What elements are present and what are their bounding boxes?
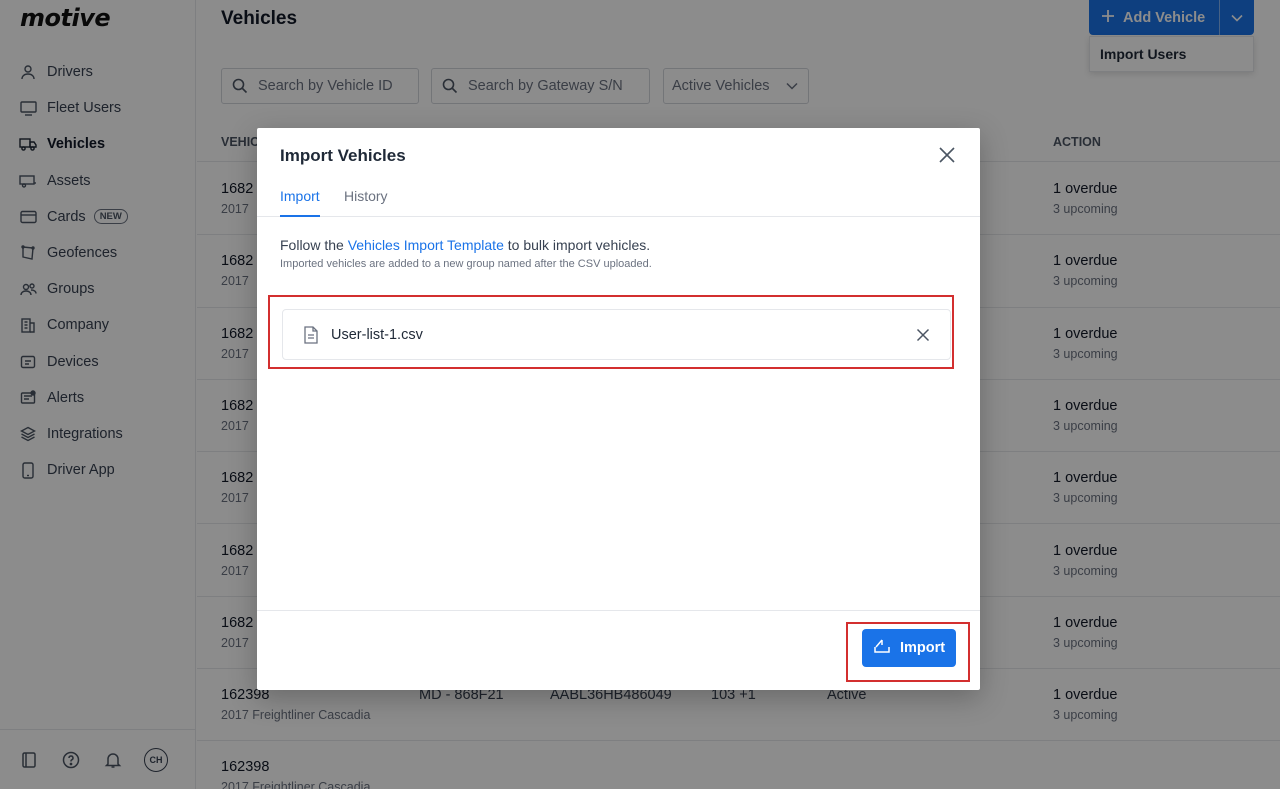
instruction-suffix: to bulk import vehicles. [503, 237, 651, 253]
tab-history[interactable]: History [344, 188, 388, 217]
remove-file-icon[interactable] [914, 326, 932, 344]
instruction-prefix: Follow the [280, 237, 348, 253]
file-icon [303, 325, 321, 344]
import-vehicles-modal: Import Vehicles Import History Follow th… [257, 128, 980, 690]
upload-icon [873, 638, 891, 658]
modal-tabs: Import History [257, 186, 980, 217]
uploaded-file-row: User-list-1.csv [282, 309, 951, 360]
import-subnote: Imported vehicles are added to a new gro… [280, 258, 652, 270]
file-name: User-list-1.csv [331, 326, 423, 343]
import-button-label: Import [899, 640, 946, 656]
import-instruction: Follow the Vehicles Import Template to b… [280, 237, 650, 253]
close-icon[interactable] [937, 145, 957, 165]
modal-title: Import Vehicles [280, 146, 406, 165]
tab-import[interactable]: Import [280, 188, 320, 217]
import-template-link[interactable]: Vehicles Import Template [348, 237, 504, 253]
import-button[interactable]: Import [862, 629, 956, 667]
